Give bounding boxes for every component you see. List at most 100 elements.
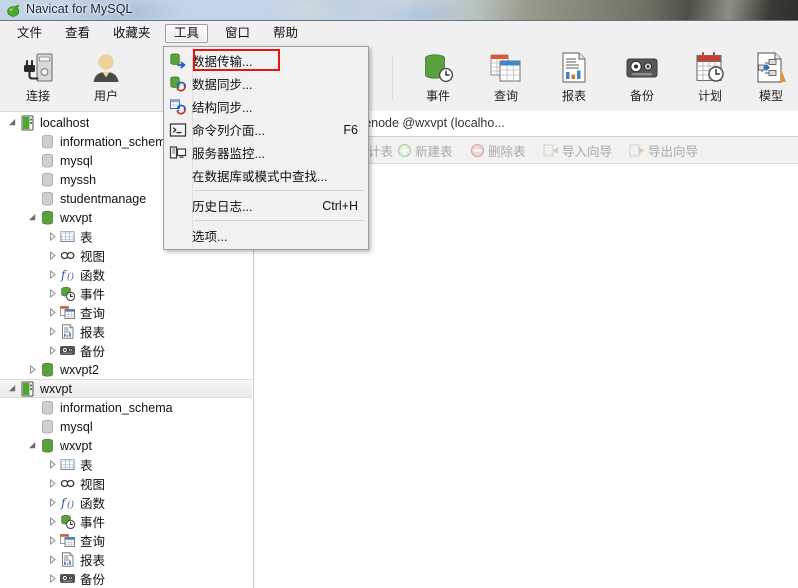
chevron-down-icon[interactable] <box>26 436 39 455</box>
tree-item-事件[interactable]: 事件 <box>0 284 253 303</box>
menu-item-在数据库或模式中查找[interactable]: 在数据库或模式中查找... <box>164 164 368 187</box>
menu-item-label: 历史日志... <box>192 200 253 214</box>
toolbar-button-connection[interactable]: 连接 <box>4 50 72 108</box>
toolbar-label-user: 用户 <box>93 89 118 103</box>
chevron-right-icon[interactable] <box>46 455 59 474</box>
view-icon <box>59 247 76 264</box>
toolbar-label-report: 报表 <box>561 89 586 103</box>
menu-item-no-icon <box>164 224 192 247</box>
chevron-right-icon[interactable] <box>46 227 59 246</box>
chevron-right-icon[interactable] <box>46 493 59 512</box>
tree-item-wxvpt[interactable]: wxvpt <box>0 379 252 398</box>
toolbar-button-user[interactable]: 用户 <box>72 50 140 108</box>
tree-twisty-none <box>26 151 39 170</box>
tree-item-表[interactable]: 表 <box>0 455 253 474</box>
tree-item-查询[interactable]: 查询 <box>0 303 253 322</box>
chevron-right-icon[interactable] <box>46 341 59 360</box>
structure-sync-icon <box>164 95 192 118</box>
chevron-right-icon[interactable] <box>46 303 59 322</box>
tree-item-label: 查询 <box>80 535 106 549</box>
tree-item-label: wxvpt <box>40 381 72 396</box>
server-icon <box>19 114 36 131</box>
chevron-right-icon[interactable] <box>46 512 59 531</box>
chevron-right-icon[interactable] <box>46 531 59 550</box>
chevron-right-icon[interactable] <box>46 569 59 588</box>
db-gray-icon <box>39 190 56 207</box>
chevron-right-icon[interactable] <box>46 474 59 493</box>
menu-item-结构同步[interactable]: 结构同步... <box>164 95 368 118</box>
tree-item-查询[interactable]: 查询 <box>0 531 253 550</box>
object-button-import-wizard[interactable]: 导入向导 <box>543 140 612 160</box>
tree-item-label: studentmanage <box>60 191 147 206</box>
navicat-logo-icon <box>6 3 21 18</box>
export-wizard-icon <box>629 143 645 158</box>
tree-item-视图[interactable]: 视图 <box>0 474 253 493</box>
menu-file[interactable]: 文件 <box>8 24 51 43</box>
tree-item-报表[interactable]: 报表 <box>0 322 253 341</box>
menu-help[interactable]: 帮助 <box>264 24 307 43</box>
object-button-delete-table[interactable]: 删除表 <box>470 140 526 160</box>
menu-item-数据传输[interactable]: 数据传输... <box>164 49 368 72</box>
tree-item-label: 查询 <box>80 307 106 321</box>
tree-item-事件[interactable]: 事件 <box>0 512 253 531</box>
menu-view[interactable]: 查看 <box>56 24 99 43</box>
menu-item-命令列介面[interactable]: 命令列介面... F6 <box>164 118 368 141</box>
chevron-down-icon[interactable] <box>6 379 19 398</box>
tree-item-label: 报表 <box>80 554 106 568</box>
menu-item-label: 数据传输... <box>192 55 253 69</box>
tree-item-备份[interactable]: 备份 <box>0 569 253 588</box>
toolbar-button-query[interactable]: 查询 <box>472 50 540 108</box>
object-button-new-table[interactable]: 新建表 <box>397 140 453 160</box>
delete-table-icon <box>470 143 485 158</box>
menu-item-no-icon <box>164 164 192 187</box>
chevron-right-icon[interactable] <box>46 550 59 569</box>
menu-item-label: 数据同步... <box>192 78 253 92</box>
table-icon <box>59 228 76 245</box>
chevron-right-icon[interactable] <box>46 322 59 341</box>
toolbar-button-backup[interactable]: 备份 <box>608 50 676 108</box>
toolbar-button-schedule[interactable]: 计划 <box>676 50 744 108</box>
menu-item-历史日志[interactable]: 历史日志... Ctrl+H <box>164 194 368 217</box>
chevron-right-icon[interactable] <box>26 360 39 379</box>
object-button-export-wizard[interactable]: 导出向导 <box>629 140 698 160</box>
menu-item-label: 命令列介面... <box>192 124 265 138</box>
toolbar-button-event[interactable]: 事件 <box>404 50 472 108</box>
chevron-down-icon[interactable] <box>6 113 19 132</box>
tree-item-mysql[interactable]: mysql <box>0 417 253 436</box>
menu-separator <box>194 220 364 221</box>
report-icon <box>540 50 608 86</box>
menu-item-数据同步[interactable]: 数据同步... <box>164 72 368 95</box>
tree-item-函数[interactable]: f() 函数 <box>0 265 253 284</box>
menu-favorites[interactable]: 收藏夹 <box>104 24 160 43</box>
tree-item-报表[interactable]: 报表 <box>0 550 253 569</box>
db-gray-icon <box>39 399 56 416</box>
object-button-label-delete-table: 删除表 <box>488 144 526 159</box>
tree-item-information_schema[interactable]: information_schema <box>0 398 253 417</box>
chevron-right-icon[interactable] <box>46 246 59 265</box>
tree-twisty-none <box>26 417 39 436</box>
toolbar-button-model[interactable]: 模型 <box>744 50 798 108</box>
tree-item-函数[interactable]: f() 函数 <box>0 493 253 512</box>
tools-dropdown-menu[interactable]: 数据传输... 数据同步... 结构同步... 命令列介面... F6 服务器监控... 在… <box>163 46 369 250</box>
tree-item-label: mysql <box>60 419 93 434</box>
db-gray-icon <box>39 152 56 169</box>
chevron-right-icon[interactable] <box>46 284 59 303</box>
menu-item-shortcut: Ctrl+H <box>322 198 358 213</box>
tree-item-label: information_schema <box>60 400 173 415</box>
tree-item-备份[interactable]: 备份 <box>0 341 253 360</box>
tree-twisty-none <box>26 170 39 189</box>
chevron-right-icon[interactable] <box>46 265 59 284</box>
tree-item-wxvpt2[interactable]: wxvpt2 <box>0 360 253 379</box>
menu-tools[interactable]: 工具 <box>165 24 209 43</box>
report-icon <box>59 323 76 340</box>
menu-item-选项[interactable]: 选项... <box>164 224 368 247</box>
tree-item-wxvpt[interactable]: wxvpt <box>0 436 253 455</box>
tree-item-label: wxvpt <box>60 210 92 225</box>
menu-item-服务器监控[interactable]: 服务器监控... <box>164 141 368 164</box>
menu-window[interactable]: 窗口 <box>216 24 259 43</box>
toolbar-button-report[interactable]: 报表 <box>540 50 608 108</box>
object-button-label-design-table: 计表 <box>368 144 394 159</box>
title-bar: Navicat for MySQL <box>0 0 798 21</box>
menu-item-label: 结构同步... <box>192 101 253 115</box>
chevron-down-icon[interactable] <box>26 208 39 227</box>
